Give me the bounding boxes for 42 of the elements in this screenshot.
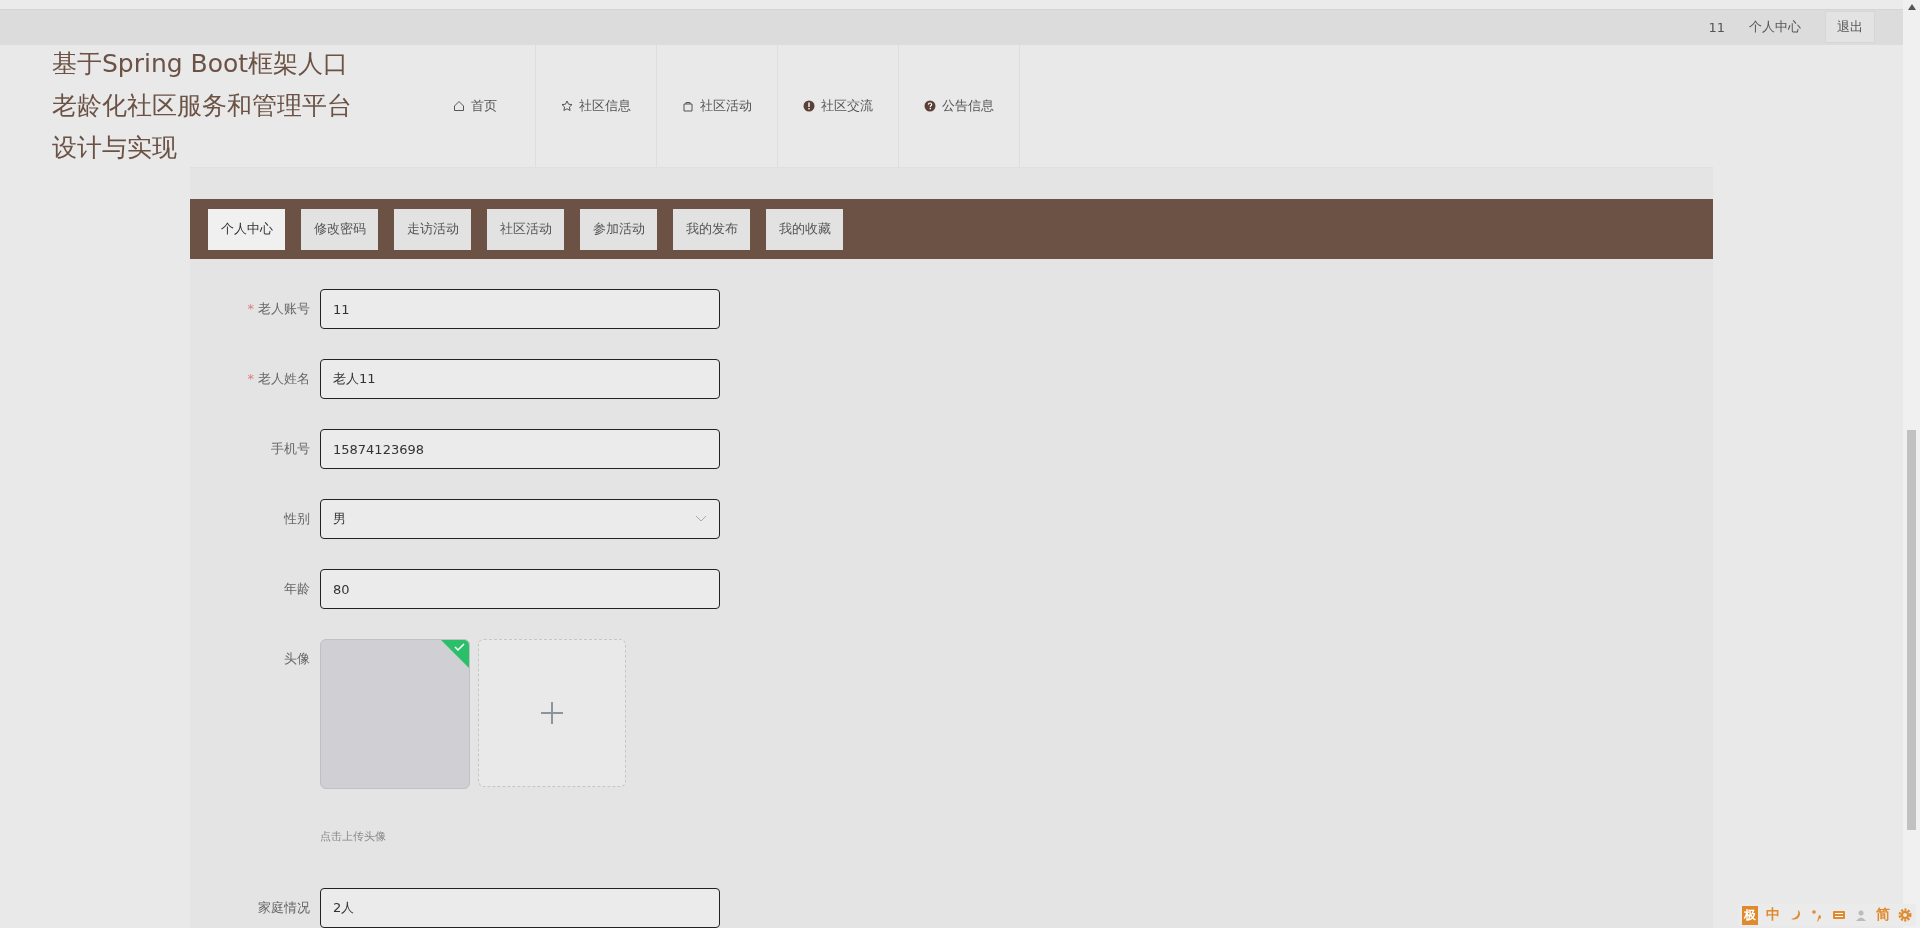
field-label: * 老人账号 xyxy=(246,300,310,318)
tab[interactable]: 我的收藏 xyxy=(766,208,843,250)
site-title: 基于Spring Boot框架人口 xyxy=(52,48,350,80)
field-label: 头像 xyxy=(283,650,310,668)
profile-link[interactable]: 个人中心 xyxy=(1749,18,1801,37)
scrollbar[interactable] xyxy=(1903,0,1920,928)
exclamation-circle-icon xyxy=(803,100,815,112)
plus-icon xyxy=(540,701,564,725)
input-field[interactable]: 老人11 xyxy=(320,359,720,399)
tab[interactable]: 社区活动 xyxy=(487,208,564,250)
chevron-down-icon xyxy=(695,515,707,523)
site-title: 老龄化社区服务和管理平台 xyxy=(52,90,353,122)
question-circle-icon xyxy=(924,100,936,112)
tab[interactable]: 走访活动 xyxy=(394,208,471,250)
tab[interactable]: 参加活动 xyxy=(580,208,657,250)
logout-button[interactable]: 退出 xyxy=(1825,11,1875,44)
upload-hint: 点击上传头像 xyxy=(320,829,387,844)
input-field[interactable]: 11 xyxy=(320,289,720,329)
star-icon xyxy=(561,100,573,112)
input-field[interactable]: 15874123698 xyxy=(320,429,720,469)
home-icon xyxy=(453,100,465,112)
upload-area[interactable] xyxy=(478,639,626,787)
field-label: 性别 xyxy=(283,510,310,528)
tab[interactable]: 个人中心 xyxy=(208,208,285,250)
select-field[interactable]: 男 xyxy=(320,499,720,539)
field-label: 年龄 xyxy=(283,580,310,598)
scrollbar-thumb[interactable] xyxy=(1907,430,1916,830)
input-field[interactable]: 80 xyxy=(320,569,720,609)
scroll-up-icon[interactable] xyxy=(1907,4,1916,10)
settings-icon[interactable] xyxy=(1898,908,1912,922)
field-label: * 老人姓名 xyxy=(246,370,310,388)
username: 11 xyxy=(1708,19,1725,35)
tab[interactable]: 我的发布 xyxy=(673,208,750,250)
site-title: 设计与实现 xyxy=(52,132,178,164)
keyboard-icon[interactable] xyxy=(1832,908,1846,922)
bag-icon xyxy=(682,100,694,112)
punctuation-icon[interactable] xyxy=(1810,908,1824,922)
tab[interactable]: 修改密码 xyxy=(301,208,378,250)
field-label: 手机号 xyxy=(270,440,310,458)
user-icon[interactable] xyxy=(1854,908,1868,922)
input-field[interactable]: 2人 xyxy=(320,888,720,928)
field-label: 家庭情况 xyxy=(257,899,310,917)
